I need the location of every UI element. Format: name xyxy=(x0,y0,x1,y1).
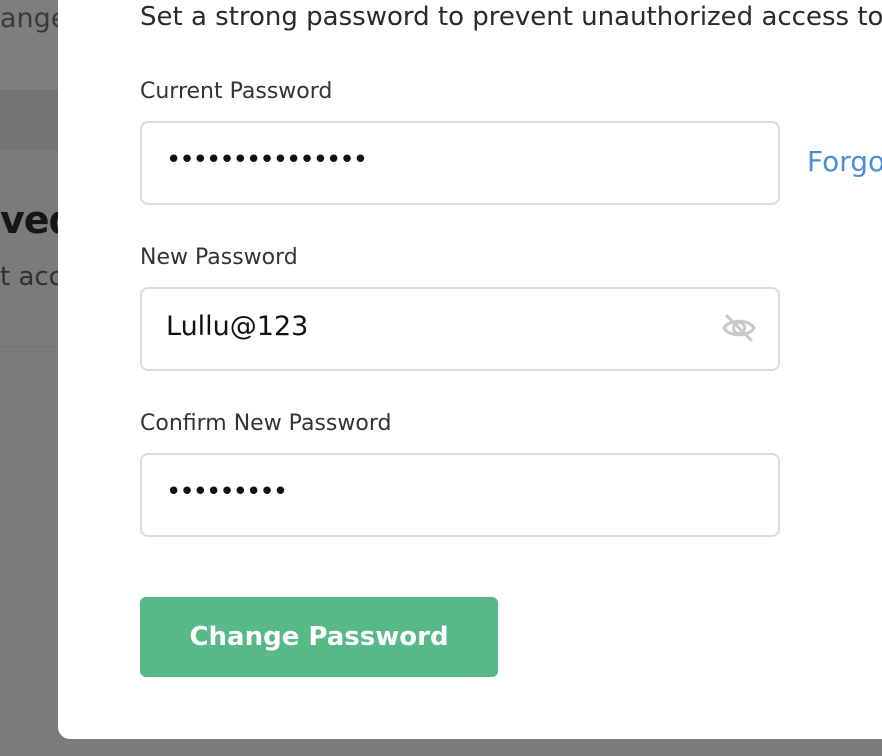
current-password-value: ••••••••••••••• xyxy=(166,145,368,175)
change-password-button[interactable]: Change Password xyxy=(140,597,498,677)
current-password-label: Current Password xyxy=(140,79,333,104)
new-password-value: Lullu@123 xyxy=(166,311,309,342)
confirm-password-label: Confirm New Password xyxy=(140,411,392,436)
current-password-field[interactable]: ••••••••••••••• xyxy=(140,121,780,205)
confirm-password-field[interactable]: ••••••••• xyxy=(140,453,780,537)
change-password-dialog: Set a strong password to prevent unautho… xyxy=(58,0,882,739)
new-password-field[interactable]: Lullu@123 xyxy=(140,287,780,371)
eye-slash-icon[interactable] xyxy=(722,311,756,345)
forgot-password-link[interactable]: Forgo xyxy=(807,145,882,178)
new-password-label: New Password xyxy=(140,245,298,270)
background-text: t acc xyxy=(0,262,63,292)
confirm-password-value: ••••••••• xyxy=(166,477,288,507)
dialog-description: Set a strong password to prevent unautho… xyxy=(140,2,882,32)
